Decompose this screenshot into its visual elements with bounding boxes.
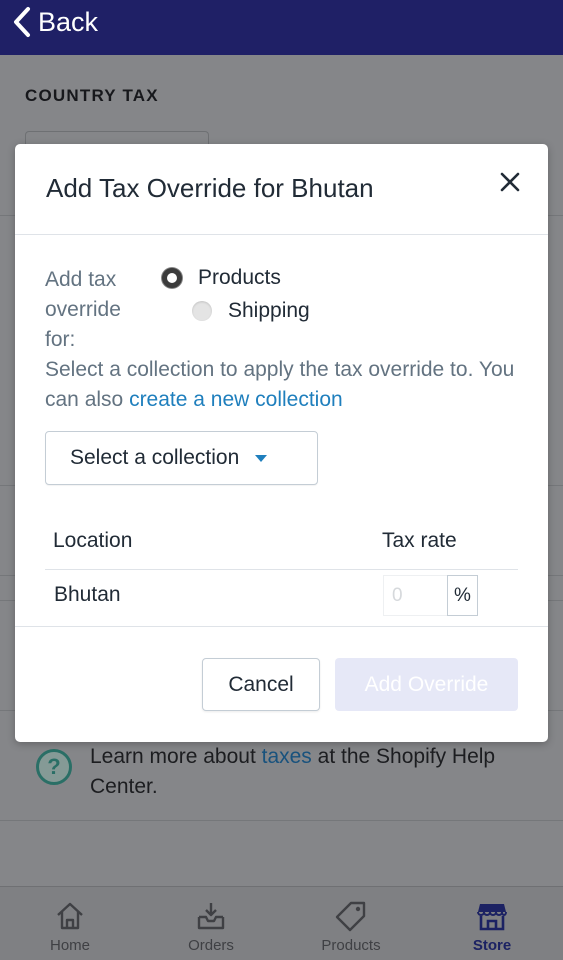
collection-select[interactable]: Select a collection — [45, 431, 318, 485]
radio-unselected-indicator[interactable] — [192, 301, 212, 321]
location-cell: Bhutan — [54, 583, 121, 606]
tag-icon — [335, 901, 366, 932]
tab-store-label: Store — [472, 937, 512, 954]
help-text: Learn more about taxes at the Shopify He… — [90, 745, 496, 798]
create-collection-link[interactable]: create a new collection — [129, 388, 343, 411]
chevron-left-icon — [14, 7, 30, 37]
taxes-link[interactable]: taxes — [262, 745, 312, 768]
override-for-label: Add tax override for: — [45, 268, 121, 351]
percent-suffix: % — [447, 575, 478, 616]
tab-products-label: Products — [321, 937, 381, 954]
radio-shipping-label: Shipping — [228, 299, 310, 322]
add-tax-override-modal: Add Tax Override for Bhutan Add tax over… — [15, 144, 548, 742]
top-app-bar: Back — [0, 0, 563, 55]
tab-store[interactable]: Store — [442, 899, 542, 954]
divider — [0, 820, 563, 821]
tax-rate-field: 0 % — [383, 575, 478, 616]
back-button[interactable]: Back — [12, 4, 98, 40]
collection-select-label: Select a collection — [70, 446, 240, 469]
orders-inbox-icon — [197, 903, 225, 930]
close-icon[interactable] — [498, 170, 522, 194]
section-title: COUNTRY TAX — [25, 86, 159, 105]
add-override-button[interactable]: Add Override — [335, 658, 518, 711]
tab-home[interactable]: Home — [20, 899, 120, 954]
tab-products[interactable]: Products — [301, 899, 401, 954]
tax-rate-input[interactable]: 0 — [383, 575, 447, 616]
table-header-divider — [45, 569, 518, 570]
caret-down-icon — [255, 454, 268, 462]
tab-home-label: Home — [49, 937, 90, 954]
question-circle-icon: ? — [36, 749, 72, 785]
radio-products-label: Products — [198, 266, 281, 289]
radio-shipping[interactable]: Shipping — [192, 299, 310, 323]
modal-header-divider — [15, 234, 548, 235]
store-icon — [477, 904, 507, 931]
bottom-tab-bar: Home Orders Products Store — [0, 886, 563, 960]
modal-title: Add Tax Override for Bhutan — [46, 173, 374, 203]
tab-orders[interactable]: Orders — [161, 899, 261, 954]
tax-rate-header: Tax rate — [382, 529, 457, 552]
location-header: Location — [53, 529, 133, 552]
radio-products[interactable]: Products — [162, 266, 281, 290]
modal-footer-divider — [15, 626, 548, 627]
tab-orders-label: Orders — [188, 937, 234, 954]
radio-selected-indicator[interactable] — [162, 268, 182, 288]
home-icon — [57, 902, 83, 930]
collection-description: Select a collection to apply the tax ove… — [45, 358, 515, 411]
cancel-button[interactable]: Cancel — [202, 658, 320, 711]
back-label: Back — [38, 6, 99, 37]
help-callout: ? Learn more about taxes at the Shopify … — [36, 742, 510, 802]
